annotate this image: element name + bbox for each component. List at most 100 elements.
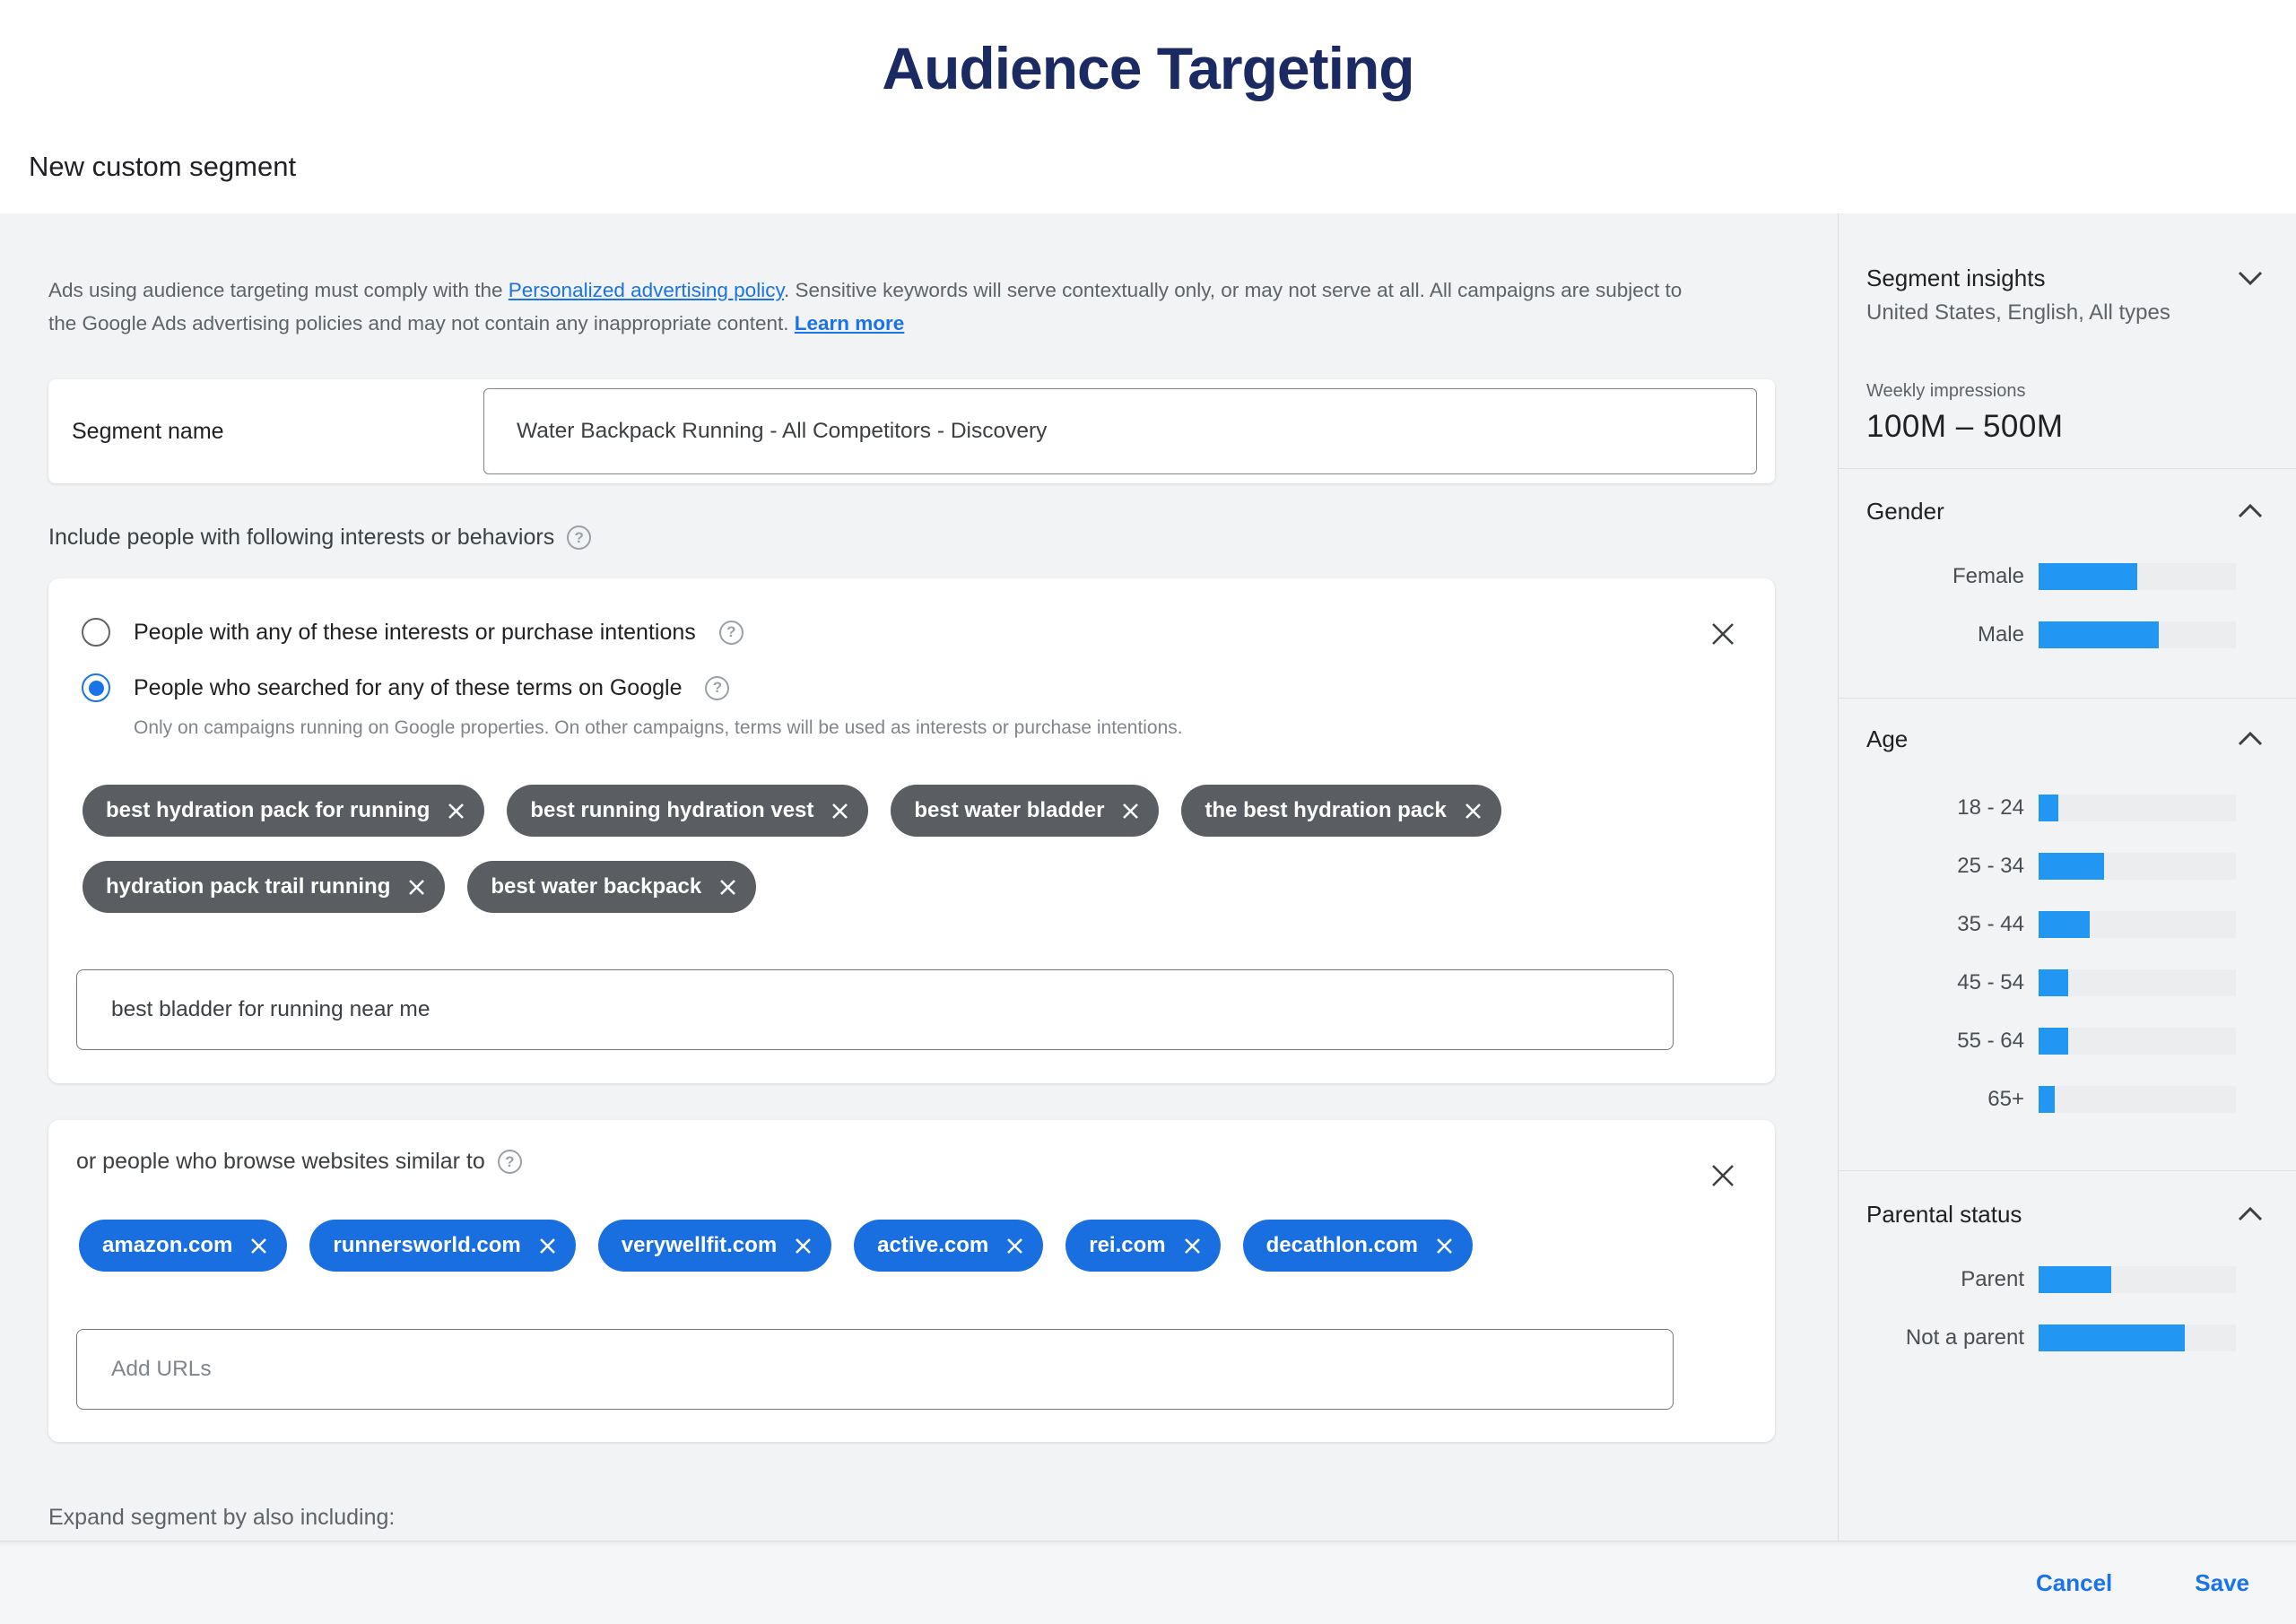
remove-icon[interactable]	[1465, 803, 1482, 820]
age-title: Age	[1866, 725, 1908, 753]
bar-fill	[2039, 969, 2068, 996]
dialog-footer: Cancel Save	[0, 1541, 2296, 1624]
radio-unselected-icon[interactable]	[82, 618, 110, 647]
websites-section-label-text: or people who browse websites similar to	[76, 1149, 485, 1175]
add-urls-input[interactable]	[76, 1329, 1674, 1410]
age-row: 25 - 34	[1866, 837, 2264, 895]
url-chip-label: runnersworld.com	[333, 1233, 520, 1258]
url-chip-list: amazon.com runnersworld.com verywellfit.…	[79, 1220, 1693, 1272]
page-title: Audience Targeting	[0, 34, 2296, 102]
parental-row-parent: Parent	[1866, 1250, 2264, 1308]
learn-more-link[interactable]: Learn more	[795, 312, 905, 334]
close-icon[interactable]	[1707, 1159, 1739, 1192]
bar-label: Not a parent	[1866, 1325, 2039, 1350]
insights-subtitle: United States, English, All types	[1866, 300, 2170, 326]
age-section: Age 18 - 24 25 - 34 35 - 44	[1839, 699, 2296, 1171]
age-row: 55 - 64	[1866, 1012, 2264, 1070]
keyword-chip-label: best hydration pack for running	[106, 798, 430, 823]
remove-icon[interactable]	[1006, 1238, 1023, 1255]
parental-status-section: Parental status Parent Not a parent	[1839, 1171, 2296, 1367]
remove-icon[interactable]	[539, 1238, 556, 1255]
close-icon[interactable]	[1707, 618, 1739, 650]
remove-icon[interactable]	[1122, 803, 1139, 820]
bar-label: 35 - 44	[1866, 912, 2039, 937]
bar-track	[2039, 563, 2236, 590]
remove-icon[interactable]	[719, 879, 736, 896]
bar-label: Parent	[1866, 1267, 2039, 1292]
remove-icon[interactable]	[1436, 1238, 1453, 1255]
bar-fill	[2039, 1028, 2068, 1055]
save-button[interactable]: Save	[2184, 1562, 2260, 1604]
bar-label: 65+	[1866, 1087, 2039, 1112]
bar-fill	[2039, 1266, 2111, 1293]
bar-label: Male	[1866, 622, 2039, 647]
interests-card: People with any of these interests or pu…	[48, 578, 1775, 1083]
age-row: 35 - 44	[1866, 895, 2264, 953]
include-section-label: Include people with following interests …	[48, 525, 591, 551]
url-chip[interactable]: amazon.com	[79, 1220, 287, 1272]
url-chip[interactable]: decathlon.com	[1243, 1220, 1473, 1272]
bar-label: 55 - 64	[1866, 1029, 2039, 1054]
url-chip-label: verywellfit.com	[622, 1233, 777, 1258]
policy-disclaimer: Ads using audience targeting must comply…	[48, 274, 1715, 340]
remove-icon[interactable]	[831, 803, 848, 820]
radio-selected-icon[interactable]	[82, 673, 110, 702]
keyword-chip-label: hydration pack trail running	[106, 874, 390, 899]
bar-fill	[2039, 853, 2104, 880]
option-interests-row: People with any of these interests or pu…	[82, 618, 744, 647]
bar-track	[2039, 795, 2236, 821]
url-chip[interactable]: runnersworld.com	[309, 1220, 575, 1272]
keyword-chip-list: best hydration pack for running best run…	[83, 785, 1697, 913]
keyword-chip[interactable]: hydration pack trail running	[83, 861, 445, 913]
dialog-title: New custom segment	[29, 151, 296, 183]
keyword-chip[interactable]: best water backpack	[467, 861, 756, 913]
chevron-up-icon[interactable]	[2237, 731, 2264, 751]
chevron-up-icon[interactable]	[2237, 1206, 2264, 1227]
remove-icon[interactable]	[795, 1238, 812, 1255]
option-search-terms-label: People who searched for any of these ter…	[134, 675, 682, 701]
remove-icon[interactable]	[1184, 1238, 1201, 1255]
bar-track	[2039, 911, 2236, 938]
bar-track	[2039, 1086, 2236, 1113]
personalized-advertising-policy-link[interactable]: Personalized advertising policy	[509, 279, 784, 301]
remove-icon[interactable]	[250, 1238, 267, 1255]
option-search-terms-row: People who searched for any of these ter…	[82, 673, 729, 702]
cancel-button[interactable]: Cancel	[2025, 1562, 2123, 1604]
insights-header-section: Segment insights United States, English,…	[1839, 213, 2296, 469]
segment-name-label: Segment name	[72, 379, 224, 483]
audience-targeting-screen: Audience Targeting New custom segment Ad…	[0, 0, 2296, 1624]
keyword-chip-label: best water backpack	[491, 874, 701, 899]
segment-name-input[interactable]	[483, 388, 1757, 474]
weekly-impressions-value: 100M – 500M	[1866, 409, 2264, 445]
url-chip[interactable]: verywellfit.com	[598, 1220, 831, 1272]
bar-label: 45 - 54	[1866, 970, 2039, 995]
keyword-chip[interactable]: best water bladder	[891, 785, 1159, 837]
keyword-chip[interactable]: best hydration pack for running	[83, 785, 484, 837]
chevron-down-icon[interactable]	[2237, 270, 2264, 291]
weekly-impressions-label: Weekly impressions	[1866, 381, 2264, 402]
keyword-chip[interactable]: the best hydration pack	[1181, 785, 1500, 837]
gender-row-male: Male	[1866, 605, 2264, 664]
url-chip-label: decathlon.com	[1266, 1233, 1418, 1258]
parental-row-not-parent: Not a parent	[1866, 1308, 2264, 1367]
bar-fill	[2039, 1324, 2185, 1351]
bar-track	[2039, 1028, 2236, 1055]
chevron-up-icon[interactable]	[2237, 503, 2264, 524]
age-row: 45 - 54	[1866, 953, 2264, 1012]
remove-icon[interactable]	[448, 803, 465, 820]
help-icon[interactable]: ?	[498, 1150, 522, 1174]
expand-segment-label: Expand segment by also including:	[48, 1505, 395, 1531]
remove-icon[interactable]	[408, 879, 425, 896]
help-icon[interactable]: ?	[567, 525, 591, 550]
help-icon[interactable]: ?	[719, 621, 744, 645]
bar-label: 25 - 34	[1866, 854, 2039, 879]
parental-status-title: Parental status	[1866, 1201, 2022, 1229]
keyword-chip-label: best water bladder	[914, 798, 1104, 823]
help-icon[interactable]: ?	[705, 676, 729, 700]
segment-name-card: Segment name	[48, 379, 1775, 483]
url-chip[interactable]: active.com	[854, 1220, 1043, 1272]
url-chip-label: amazon.com	[102, 1233, 232, 1258]
url-chip[interactable]: rei.com	[1065, 1220, 1220, 1272]
keyword-chip[interactable]: best running hydration vest	[507, 785, 868, 837]
keyword-input[interactable]	[76, 969, 1674, 1050]
